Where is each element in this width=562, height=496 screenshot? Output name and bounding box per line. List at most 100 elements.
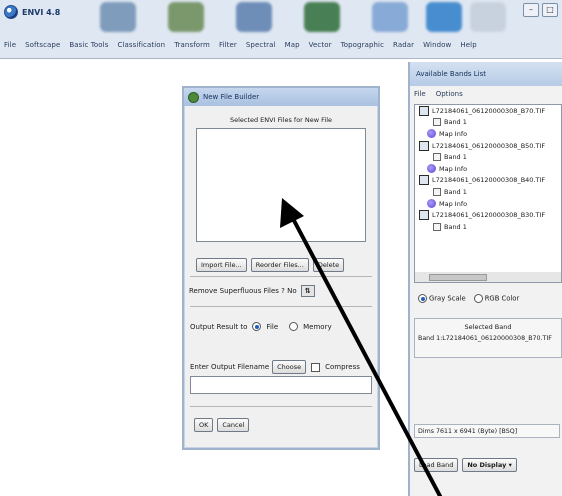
toolbar-icon[interactable] <box>470 2 506 32</box>
tree-mapinfo-item[interactable]: Map Info <box>415 128 561 140</box>
menu-classification[interactable]: Classification <box>117 41 165 49</box>
band-icon <box>433 222 441 231</box>
band-icon <box>433 187 441 196</box>
ok-button[interactable]: OK <box>194 418 214 432</box>
color-mode-row: Gray Scale RGB Color <box>416 294 519 303</box>
memory-radio[interactable] <box>289 322 299 331</box>
file-icon <box>419 175 429 186</box>
bands-menu-file[interactable]: File <box>414 90 426 98</box>
toolbar-icon[interactable] <box>100 2 136 32</box>
tree-mapinfo-item[interactable]: Map Info <box>415 198 561 210</box>
output-result-row: Output Result to File Memory <box>190 322 332 331</box>
file-icon <box>419 140 429 151</box>
filename-row: Enter Output Filename Choose Compress <box>190 360 360 374</box>
compress-checkbox[interactable] <box>311 362 321 372</box>
display-dropdown-value: No Display <box>467 461 507 469</box>
tree-band-item[interactable]: Band 1 <box>415 221 561 233</box>
dialog-buttons: OK Cancel <box>194 418 250 432</box>
bands-tree[interactable]: L72184061_06120000308_B70.TIF Band 1 Map… <box>414 104 562 274</box>
menu-radar[interactable]: Radar <box>393 41 414 49</box>
menu-softscape[interactable]: Softscape <box>25 41 60 49</box>
toolbar-icon[interactable] <box>372 2 408 32</box>
menu-vector[interactable]: Vector <box>309 41 332 49</box>
bands-menu-options[interactable]: Options <box>436 90 463 98</box>
choose-button[interactable]: Choose <box>272 360 307 374</box>
gray-scale-label: Gray Scale <box>429 294 466 303</box>
tree-band-item[interactable]: Band 1 <box>415 151 561 163</box>
toolbar-icon[interactable] <box>426 2 462 32</box>
tree-item-label: L72184061_06120000308_B50.TIF <box>432 141 546 150</box>
tree-band-item[interactable]: Band 1 <box>415 117 561 129</box>
tree-item-label: Map Info <box>439 164 468 173</box>
delete-button[interactable]: Delete <box>312 258 345 272</box>
remove-superfluous-row: Remove Superfluous Files ? No ⇅ <box>184 283 378 299</box>
envi-title: ENVI 4.8 <box>4 2 60 22</box>
tree-item-label: Map Info <box>439 129 468 138</box>
menu-help[interactable]: Help <box>460 41 476 49</box>
tree-item-label: Band 1 <box>444 187 467 196</box>
tree-item-label: Band 1 <box>444 153 467 162</box>
menu-transform[interactable]: Transform <box>174 41 210 49</box>
envi-title-text: ENVI 4.8 <box>22 7 61 17</box>
load-band-button[interactable]: Load Band <box>414 458 459 472</box>
horizontal-scrollbar[interactable] <box>414 272 562 283</box>
toggle-icon[interactable]: ⇅ <box>300 285 315 297</box>
selected-band-label: Selected Band <box>464 323 512 331</box>
tree-file-item[interactable]: L72184061_06120000308_B40.TIF <box>415 175 561 187</box>
envi-main-window: ENVI 4.8 – □ File Softscape Basic Tools … <box>0 0 562 59</box>
menu-map[interactable]: Map <box>285 41 300 49</box>
reorder-files-button[interactable]: Reorder Files... <box>250 258 309 272</box>
tree-mapinfo-item[interactable]: Map Info <box>415 163 561 175</box>
tree-item-label: Band 1 <box>444 118 467 127</box>
menu-filter[interactable]: Filter <box>219 41 237 49</box>
tree-file-item[interactable]: L72184061_06120000308_B30.TIF <box>415 209 561 221</box>
menu-topographic[interactable]: Topographic <box>341 41 384 49</box>
tree-item-label: Band 1 <box>444 222 467 231</box>
bands-list-titlebar[interactable]: Available Bands List <box>410 62 562 86</box>
divider <box>190 306 372 307</box>
output-filename-input[interactable] <box>190 376 372 394</box>
memory-radio-label: Memory <box>303 322 332 331</box>
import-file-button[interactable]: Import File... <box>196 258 247 272</box>
toolbar-icon[interactable] <box>304 2 340 32</box>
maximize-icon[interactable]: □ <box>542 3 558 17</box>
menu-file[interactable]: File <box>4 41 16 49</box>
bands-list-menubar: File Options <box>414 90 463 98</box>
dims-readout: Dims 7611 x 6941 (Byte) [BSQ] <box>414 424 560 438</box>
map-info-icon <box>427 129 436 139</box>
envi-logo-icon <box>4 5 18 19</box>
window-controls: – □ <box>523 3 558 17</box>
available-bands-list-window: Available Bands List File Options L72184… <box>408 62 562 496</box>
file-icon <box>419 105 429 116</box>
divider <box>190 406 372 407</box>
band-icon <box>433 153 441 162</box>
tree-file-item[interactable]: L72184061_06120000308_B50.TIF <box>415 140 561 152</box>
display-dropdown[interactable]: No Display ▾ <box>462 458 517 472</box>
tree-file-item[interactable]: L72184061_06120000308_B70.TIF <box>415 105 561 117</box>
map-info-icon <box>427 164 436 174</box>
rgb-color-radio[interactable] <box>473 294 483 303</box>
tree-item-label: L72184061_06120000308_B70.TIF <box>432 106 546 115</box>
tree-item-label: Map Info <box>439 199 468 208</box>
new-file-builder-dialog: New File Builder Selected ENVI Files for… <box>182 86 380 450</box>
menu-basic-tools[interactable]: Basic Tools <box>69 41 108 49</box>
menu-window[interactable]: Window <box>423 41 451 49</box>
toolbar-icon[interactable] <box>168 2 204 32</box>
tree-band-item[interactable]: Band 1 <box>415 186 561 198</box>
minimize-icon[interactable]: – <box>523 3 539 17</box>
output-section: Output Result to File Memory Enter Outpu… <box>184 312 378 416</box>
compress-label: Compress <box>325 363 360 371</box>
selected-files-list[interactable] <box>196 128 366 242</box>
rgb-color-label: RGB Color <box>484 294 520 303</box>
file-buttons-row: Import File... Reorder Files... Delete <box>196 258 345 272</box>
cancel-button[interactable]: Cancel <box>217 418 250 432</box>
envi-icon <box>188 91 199 103</box>
scrollbar-thumb[interactable] <box>429 274 487 281</box>
gray-scale-radio[interactable] <box>418 294 427 303</box>
file-radio[interactable] <box>252 322 262 331</box>
menu-spectral[interactable]: Spectral <box>246 41 276 49</box>
toolbar-icon[interactable] <box>236 2 272 32</box>
dialog-titlebar[interactable]: New File Builder <box>184 88 378 106</box>
file-icon <box>419 210 429 221</box>
tree-item-label: L72184061_06120000308_B30.TIF <box>432 211 546 220</box>
